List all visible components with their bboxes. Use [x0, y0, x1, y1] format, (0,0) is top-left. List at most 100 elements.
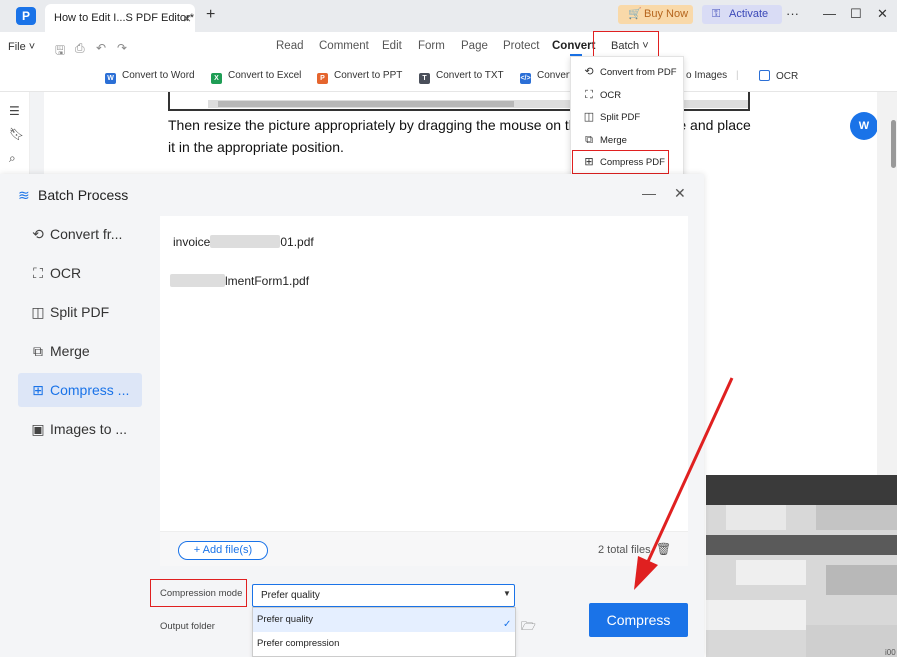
- sidebar-item-label: OCR: [50, 265, 82, 281]
- list-item[interactable]: lmentForm1.pdf: [170, 274, 309, 288]
- compress-button[interactable]: Compress: [589, 603, 688, 637]
- dialog-close-icon[interactable]: ✕: [674, 185, 686, 202]
- file-menu[interactable]: File ˅: [8, 41, 35, 53]
- convert-to-word-button[interactable]: W Convert to Word: [105, 70, 195, 84]
- annotation-arrow: [634, 377, 734, 590]
- sidebar-item-merge[interactable]: ⧉ Merge: [18, 334, 142, 368]
- convert-to-word-label: Convert to Word: [122, 70, 195, 81]
- compression-mode-options: Prefer quality ✓ Prefer compression: [252, 607, 516, 657]
- maximize-window-icon[interactable]: ☐: [850, 6, 862, 22]
- menu-page[interactable]: Page: [461, 40, 488, 52]
- option-label: Prefer quality: [257, 614, 313, 625]
- batch-menu-convert-from-pdf[interactable]: ⟲ Convert from PDF: [571, 61, 683, 83]
- menu-read[interactable]: Read: [276, 40, 304, 52]
- batch-process-dialog: ≋ Batch Process — ✕ ⟲ Convert fr... ⛶ OCR …: [0, 174, 704, 657]
- option-prefer-quality[interactable]: Prefer quality ✓: [253, 608, 515, 632]
- sidebar-item-compress[interactable]: ⊞ Compress ...: [18, 373, 142, 407]
- sidebar-item-convert[interactable]: ⟲ Convert fr...: [18, 217, 142, 251]
- menu-batch[interactable]: Batch ˅: [611, 40, 649, 52]
- option-prefer-compression[interactable]: Prefer compression: [253, 632, 515, 656]
- compress-icon: ⊞: [32, 382, 44, 398]
- redo-icon[interactable]: ↷: [117, 41, 127, 55]
- ocr-icon: ⛶: [33, 265, 43, 281]
- redacted-text: [210, 235, 281, 248]
- document-text-line-2: it in the appropriate position.: [168, 139, 344, 155]
- document-tab-title: How to Edit I...S PDF Editor*: [54, 12, 194, 24]
- save-icon[interactable]: 🖫: [55, 41, 65, 62]
- convert-icon: ⟲: [32, 226, 44, 242]
- toolbar-divider: |: [736, 70, 739, 81]
- menu-protect[interactable]: Protect: [503, 40, 539, 52]
- minimize-window-icon[interactable]: —: [823, 6, 836, 21]
- menu-convert[interactable]: Convert: [552, 40, 595, 52]
- compression-mode-label: Compression mode: [160, 588, 243, 599]
- app-logo-icon: P: [16, 7, 36, 25]
- menu-form[interactable]: Form: [418, 40, 445, 52]
- txt-icon: T: [419, 73, 430, 84]
- menu-bar: File ˅ 🖫 ⎙ ↶ ↷ Read Comment Edit Form Pa…: [0, 32, 897, 62]
- file-list: invoice 01.pdf lmentForm1.pdf: [160, 216, 688, 566]
- convert-to-ppt-button[interactable]: P Convert to PPT: [317, 70, 402, 84]
- bookmark-icon[interactable]: 🔖︎: [9, 127, 24, 141]
- title-bar: P How to Edit I...S PDF Editor* × + 🛒 Bu…: [0, 0, 897, 32]
- file-name-end: lmentForm1.pdf: [225, 274, 310, 288]
- ppt-icon: P: [317, 73, 328, 84]
- sidebar-item-ocr[interactable]: ⛶ OCR: [18, 256, 142, 290]
- file-list-footer: + Add file(s) 2 total files 🗑︎: [160, 531, 688, 566]
- batch-menu-merge-label: Merge: [600, 135, 627, 146]
- batch-menu-merge[interactable]: ⧉ Merge: [571, 129, 683, 151]
- file-menu-label: File: [8, 41, 26, 53]
- document-tab[interactable]: How to Edit I...S PDF Editor* ×: [45, 4, 195, 32]
- buy-now-label: Buy Now: [644, 8, 689, 20]
- split-icon: ◫: [583, 111, 595, 123]
- list-item[interactable]: invoice 01.pdf: [173, 235, 314, 249]
- more-options-icon[interactable]: ···: [786, 6, 799, 21]
- folder-icon[interactable]: 🗁: [521, 617, 536, 638]
- convert-to-images-button[interactable]: o Images: [686, 70, 727, 81]
- convert-to-excel-button[interactable]: X Convert to Excel: [211, 70, 301, 84]
- menu-comment[interactable]: Comment: [319, 40, 369, 52]
- document-text-line-1-start: Then resize the picture appropriately by…: [168, 117, 585, 133]
- batch-menu-ocr[interactable]: ⛶ OCR: [571, 84, 683, 106]
- menu-edit[interactable]: Edit: [382, 40, 402, 52]
- chevron-down-icon: ▼: [503, 589, 511, 598]
- activate-button[interactable]: ⚿ Activate: [702, 5, 782, 24]
- word-convert-fab-icon[interactable]: W: [850, 112, 878, 140]
- print-icon[interactable]: ⎙: [75, 41, 85, 56]
- buy-now-button[interactable]: 🛒 Buy Now: [618, 5, 693, 24]
- ocr-button[interactable]: OCR: [759, 70, 798, 82]
- document-text-line-1-end: e and place: [678, 117, 751, 133]
- sidebar-item-images-to[interactable]: ▣ Images to ...: [18, 412, 142, 446]
- search-icon[interactable]: ⌕: [9, 151, 16, 166]
- vertical-scrollbar-thumb[interactable]: [891, 120, 896, 168]
- compression-mode-value: Prefer quality: [261, 590, 320, 601]
- ocr-label: OCR: [776, 71, 799, 82]
- batch-menu-ocr-label: OCR: [600, 90, 622, 101]
- activate-label: Activate: [729, 8, 769, 20]
- sidebar-item-split-pdf[interactable]: ◫ Split PDF: [18, 295, 142, 329]
- add-files-label: Add file(s): [202, 544, 253, 556]
- convert-to-ppt-label: Convert to PPT: [334, 70, 403, 81]
- key-icon: ⚿: [712, 8, 721, 20]
- convert-icon: ⟲: [584, 66, 594, 78]
- redacted-text: [170, 274, 225, 287]
- new-tab-icon[interactable]: +: [206, 6, 215, 24]
- convert-other-button[interactable]: </> Convert: [520, 70, 572, 84]
- close-tab-icon[interactable]: ×: [183, 10, 191, 26]
- close-window-icon[interactable]: ✕: [877, 6, 888, 22]
- dialog-minimize-icon[interactable]: —: [642, 185, 656, 201]
- convert-to-txt-button[interactable]: T Convert to TXT: [419, 70, 504, 84]
- file-name-start: invoice: [173, 235, 211, 249]
- add-files-button[interactable]: + Add file(s): [178, 541, 268, 560]
- thumbnails-icon[interactable]: ☰: [9, 104, 20, 118]
- compression-mode-select[interactable]: Prefer quality ▼: [252, 584, 515, 607]
- undo-icon[interactable]: ↶: [96, 41, 106, 55]
- annotation-arrow-line: [644, 377, 734, 567]
- sidebar-item-label: Compress ...: [50, 382, 130, 398]
- compress-highlight-box: [572, 150, 669, 174]
- embedded-scrollbar-thumb[interactable]: [218, 101, 514, 107]
- sidebar-item-label: Split PDF: [50, 304, 110, 320]
- convert-toolbar: W Convert to Word X Convert to Excel P Conv…: [0, 62, 897, 92]
- batch-menu-split-pdf[interactable]: ◫ Split PDF: [571, 106, 683, 128]
- convert-to-excel-label: Convert to Excel: [228, 70, 302, 81]
